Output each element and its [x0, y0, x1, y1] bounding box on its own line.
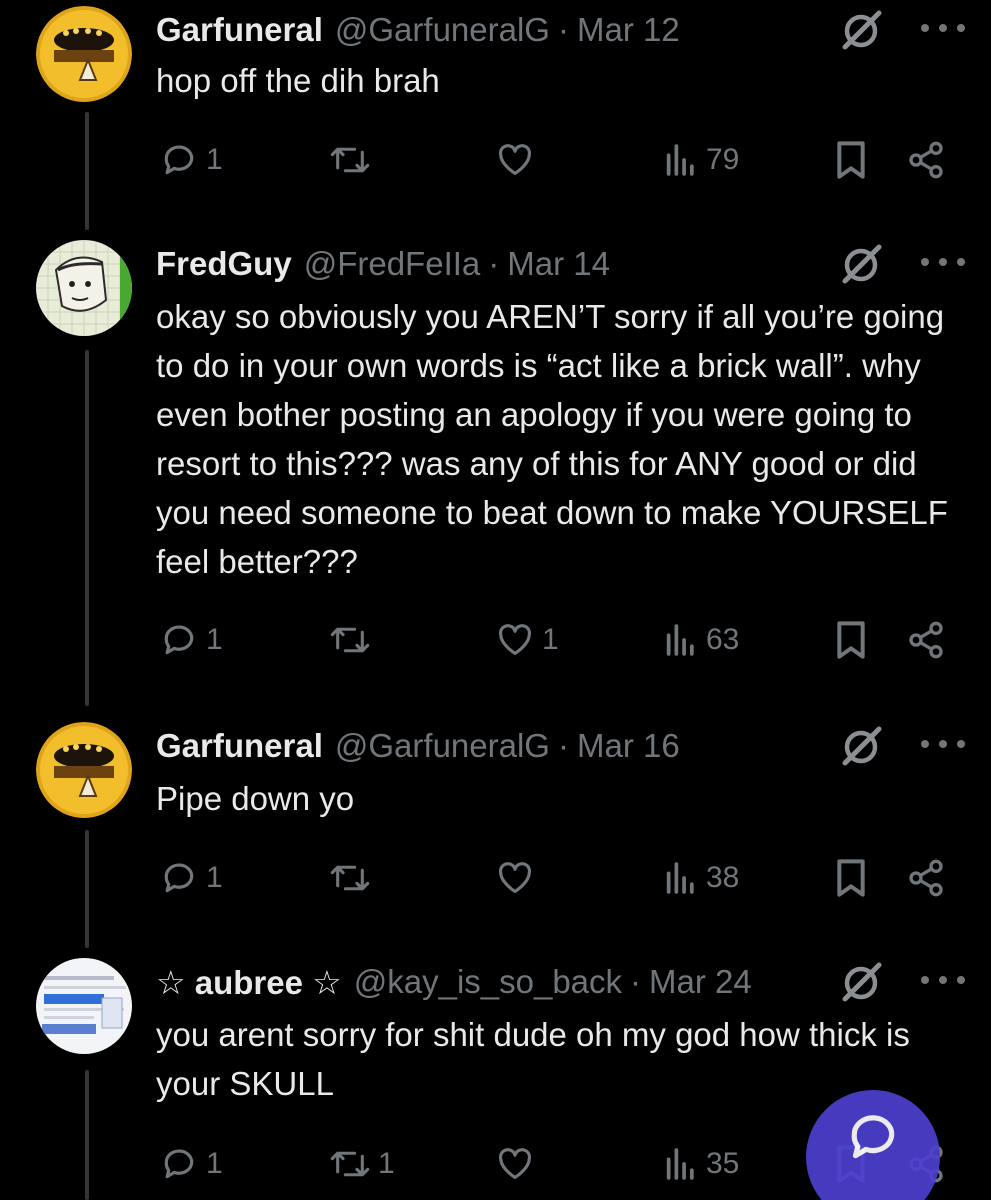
grok-icon[interactable]	[839, 10, 883, 50]
more-icon[interactable]	[921, 248, 965, 276]
like-button[interactable]	[496, 1140, 542, 1188]
post-actions: 1 79	[0, 136, 991, 184]
avatar[interactable]	[36, 6, 132, 102]
reply-button[interactable]: 1	[160, 616, 223, 664]
share-icon	[909, 621, 943, 659]
view-count: 38	[706, 861, 740, 894]
bookmark-icon	[837, 859, 865, 897]
repost-icon	[330, 147, 370, 173]
views-icon	[666, 1148, 694, 1180]
share-icon	[909, 141, 943, 179]
repost-button[interactable]: 1	[330, 1140, 395, 1188]
repost-count: 1	[378, 1147, 395, 1180]
like-button[interactable]	[496, 854, 542, 902]
reply-icon	[164, 863, 194, 893]
repost-icon	[330, 1151, 370, 1177]
heart-icon	[498, 1148, 532, 1180]
post-text: hop off the dih brah	[156, 62, 440, 99]
garfield-helmet-avatar	[36, 722, 132, 818]
heart-icon	[498, 862, 532, 894]
more-icon[interactable]	[921, 730, 965, 758]
author-name[interactable]: FredGuy	[156, 245, 292, 283]
post-date[interactable]: Mar 14	[507, 245, 610, 283]
heart-icon	[498, 624, 532, 656]
repost-button[interactable]	[330, 616, 378, 664]
like-count: 1	[542, 623, 559, 656]
avatar[interactable]	[36, 722, 132, 818]
separator: ·	[557, 727, 569, 764]
more-icon[interactable]	[921, 14, 965, 42]
reply-count: 1	[206, 623, 223, 656]
like-button[interactable]	[496, 136, 542, 184]
post-text: Pipe down yo	[156, 780, 355, 817]
post-date[interactable]: Mar 16	[577, 727, 680, 765]
author-handle[interactable]: @GarfuneralG	[335, 11, 550, 49]
views-icon	[666, 624, 694, 656]
author-handle[interactable]: @GarfuneralG	[335, 727, 550, 765]
reply-button[interactable]: 1	[160, 1140, 223, 1188]
heart-icon	[498, 144, 532, 176]
author-handle[interactable]: @kay_is_so_back	[354, 963, 622, 1001]
author-handle[interactable]: @FredFeIIa	[304, 245, 481, 283]
repost-icon	[330, 627, 370, 653]
bookmark-button[interactable]	[834, 854, 868, 902]
reply-count: 1	[206, 861, 223, 894]
view-count: 35	[706, 1147, 740, 1180]
grok-icon[interactable]	[839, 244, 883, 284]
more-icon[interactable]	[921, 966, 965, 994]
bookmark-button[interactable]	[834, 136, 868, 184]
bookmark-icon	[837, 141, 865, 179]
view-count: 63	[706, 623, 740, 656]
post-date[interactable]: Mar 12	[577, 11, 680, 49]
views-button[interactable]: 79	[664, 136, 739, 184]
bookmark-button[interactable]	[834, 616, 868, 664]
views-button[interactable]: 38	[664, 854, 739, 902]
garfield-helmet-avatar	[36, 6, 132, 102]
share-button[interactable]	[906, 136, 946, 184]
reply-button[interactable]: 1	[160, 854, 223, 902]
share-button[interactable]	[906, 854, 946, 902]
share-button[interactable]	[906, 616, 946, 664]
view-count: 79	[706, 143, 740, 176]
reply-button[interactable]: 1	[160, 136, 223, 184]
author-name[interactable]: Garfuneral	[156, 11, 323, 49]
reply-icon	[164, 145, 194, 175]
screenshot-avatar	[36, 958, 132, 1054]
repost-icon	[330, 865, 370, 891]
avatar[interactable]	[36, 958, 132, 1054]
reply-count: 1	[206, 1147, 223, 1180]
views-icon	[666, 862, 694, 894]
repost-button[interactable]	[330, 136, 378, 184]
views-button[interactable]: 35	[664, 1140, 739, 1188]
post-text: okay so obviously you AREN’T sorry if al…	[156, 298, 948, 580]
separator: ·	[557, 11, 569, 48]
grok-icon[interactable]	[839, 962, 883, 1002]
compose-reply-icon	[851, 1115, 895, 1159]
reply-icon	[164, 1149, 194, 1179]
repost-button[interactable]	[330, 854, 378, 902]
bookmark-icon	[837, 621, 865, 659]
reply-icon	[164, 625, 194, 655]
author-name[interactable]: ☆ aubree ☆	[156, 963, 342, 1002]
post-text: you arent sorry for shit dude oh my god …	[156, 1016, 910, 1102]
separator: ·	[488, 245, 500, 282]
sketch-drawing-avatar	[36, 240, 132, 336]
like-button[interactable]: 1	[496, 616, 559, 664]
post-actions: 1 38	[0, 854, 991, 902]
avatar[interactable]	[36, 240, 132, 336]
separator: ·	[630, 963, 642, 1000]
post-actions: 1 1 63	[0, 616, 991, 664]
views-button[interactable]: 63	[664, 616, 739, 664]
reply-count: 1	[206, 143, 223, 176]
share-icon	[909, 859, 943, 897]
post-date[interactable]: Mar 24	[649, 963, 752, 1001]
author-name[interactable]: Garfuneral	[156, 727, 323, 765]
post[interactable]: FredGuy @FredFeIIa · Mar 14 okay so obvi…	[0, 240, 991, 680]
grok-icon[interactable]	[839, 726, 883, 766]
views-icon	[666, 144, 694, 176]
